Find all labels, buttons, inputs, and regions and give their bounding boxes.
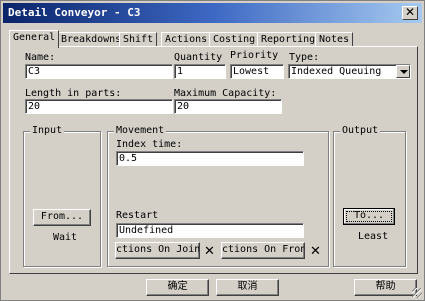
tab-shift[interactable]: Shift <box>119 32 158 47</box>
ok-button[interactable]: 确定 <box>146 279 209 296</box>
clear-join-actions-icon[interactable]: ✕ <box>204 245 215 258</box>
input-group: Input From... Wait <box>23 125 101 267</box>
window-title: Detail Conveyor - C3 <box>8 6 141 19</box>
quantity-label: Quantity <box>174 52 223 63</box>
cancel-button[interactable]: 取消 <box>216 279 279 296</box>
priority-field[interactable]: Lowest <box>230 64 284 79</box>
close-icon: ✕ <box>404 5 416 19</box>
restart-field[interactable]: Undefined <box>116 223 304 238</box>
index-time-label: Index time: <box>116 139 183 150</box>
clear-front-actions-icon[interactable]: ✕ <box>310 245 321 258</box>
chevron-down-icon[interactable] <box>396 65 410 78</box>
type-select[interactable]: Indexed Queuing <box>288 64 411 79</box>
name-field[interactable]: C3 <box>25 64 173 79</box>
index-time-field[interactable]: 0.5 <box>116 151 304 166</box>
name-label: Name: <box>25 52 56 63</box>
actions-on-front-button[interactable]: ctions On Front... <box>221 242 305 259</box>
output-group: Output To... Least <box>333 125 406 267</box>
from-button[interactable]: From... <box>33 209 91 226</box>
tab-notes[interactable]: Notes <box>315 32 354 47</box>
length-label: Length in parts: <box>25 88 122 99</box>
output-group-title: Output <box>340 125 381 136</box>
title-bar[interactable]: Detail Conveyor - C3 ✕ <box>3 3 422 23</box>
input-status: Wait <box>53 232 78 243</box>
tab-actions[interactable]: Actions <box>161 32 212 47</box>
resize-grip-icon[interactable] <box>412 288 422 298</box>
movement-group-title: Movement <box>114 125 167 136</box>
input-group-title: Input <box>30 125 65 136</box>
help-button[interactable]: 帮助 <box>354 279 417 296</box>
tab-general[interactable]: General <box>9 30 60 48</box>
restart-label: Restart <box>116 210 159 221</box>
to-button[interactable]: To... <box>343 208 395 225</box>
close-button[interactable]: ✕ <box>402 6 418 20</box>
tab-costing[interactable]: Costing <box>209 32 260 47</box>
length-field[interactable]: 20 <box>25 99 173 114</box>
tab-reporting[interactable]: Reporting <box>257 32 320 47</box>
output-status: Least <box>358 231 389 242</box>
dialog-window: Detail Conveyor - C3 ✕ General Breakdown… <box>0 0 425 301</box>
max-capacity-label: Maximum Capacity: <box>174 88 277 99</box>
type-select-value: Indexed Queuing <box>291 66 382 77</box>
general-panel: Name: C3 Quantity 1 Priority Lowest Type… <box>9 46 418 274</box>
max-capacity-field[interactable]: 20 <box>174 99 282 114</box>
tab-breakdowns[interactable]: Breakdowns <box>57 32 126 47</box>
quantity-field[interactable]: 1 <box>174 64 226 79</box>
type-label: Type: <box>289 52 320 63</box>
movement-group: Movement Index time: 0.5 Restart Undefin… <box>107 125 329 267</box>
actions-on-join-button[interactable]: ctions On Join... <box>115 242 200 259</box>
priority-label: Priority <box>230 50 279 61</box>
